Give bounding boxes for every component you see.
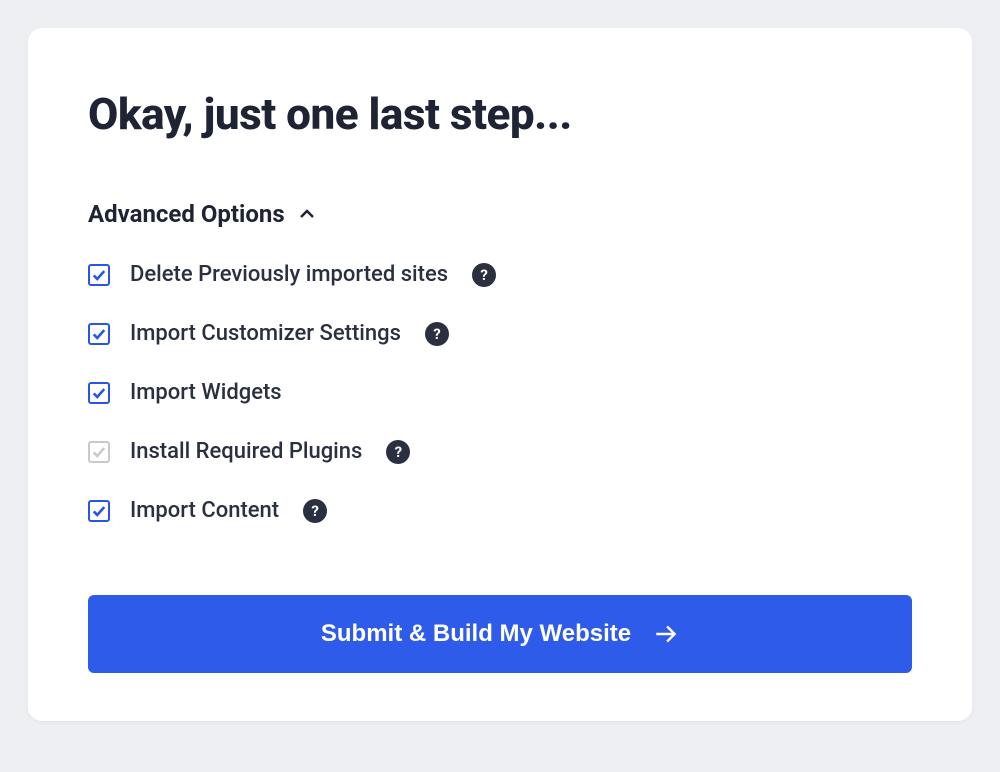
option-import-content: Import Content ? bbox=[88, 498, 912, 523]
checkbox-import-content[interactable] bbox=[88, 500, 110, 522]
submit-build-button[interactable]: Submit & Build My Website bbox=[88, 595, 912, 673]
option-import-customizer: Import Customizer Settings ? bbox=[88, 321, 912, 346]
option-import-widgets: Import Widgets bbox=[88, 380, 912, 405]
submit-button-label: Submit & Build My Website bbox=[321, 620, 631, 648]
page-title: Okay, just one last step... bbox=[88, 88, 912, 140]
arrow-right-icon bbox=[653, 621, 679, 647]
section-title: Advanced Options bbox=[88, 200, 285, 228]
option-install-plugins: Install Required Plugins ? bbox=[88, 439, 912, 464]
checkbox-import-customizer[interactable] bbox=[88, 323, 110, 345]
option-label: Import Customizer Settings bbox=[130, 321, 401, 346]
options-list: Delete Previously imported sites ? Impor… bbox=[88, 262, 912, 523]
chevron-up-icon bbox=[299, 206, 315, 222]
option-label: Delete Previously imported sites bbox=[130, 262, 448, 287]
option-delete-previous: Delete Previously imported sites ? bbox=[88, 262, 912, 287]
option-label: Import Content bbox=[130, 498, 279, 523]
help-icon[interactable]: ? bbox=[425, 322, 449, 346]
checkbox-delete-previous[interactable] bbox=[88, 264, 110, 286]
checkbox-import-widgets[interactable] bbox=[88, 382, 110, 404]
option-label: Install Required Plugins bbox=[130, 439, 362, 464]
help-icon[interactable]: ? bbox=[386, 440, 410, 464]
help-icon[interactable]: ? bbox=[472, 263, 496, 287]
setup-card: Okay, just one last step... Advanced Opt… bbox=[28, 28, 972, 721]
help-icon[interactable]: ? bbox=[303, 499, 327, 523]
advanced-options-toggle[interactable]: Advanced Options bbox=[88, 200, 912, 228]
option-label: Import Widgets bbox=[130, 380, 282, 405]
checkbox-install-plugins[interactable] bbox=[88, 441, 110, 463]
